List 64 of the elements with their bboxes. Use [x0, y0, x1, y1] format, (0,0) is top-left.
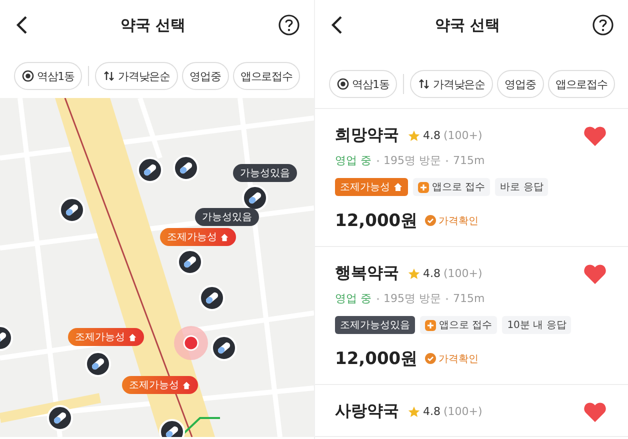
pharmacy-tag: 10분 내 응답	[502, 316, 572, 334]
filter-chip[interactable]: 앱으로접수	[232, 62, 300, 90]
star-icon	[408, 268, 420, 280]
heart-icon[interactable]	[584, 264, 606, 284]
map-marker-label[interactable]: 조제가능성	[160, 228, 236, 246]
heart-icon[interactable]	[584, 126, 606, 146]
house-icon	[182, 380, 191, 390]
pill-pin-icon[interactable]	[159, 419, 185, 437]
review-count: (100+)	[444, 405, 482, 418]
filter-chip[interactable]: 역삼1동	[329, 70, 398, 98]
map-marker-label[interactable]: 가능성있음	[233, 164, 297, 182]
help-icon[interactable]	[592, 14, 614, 36]
filter-chip[interactable]: 가격낮은순	[410, 70, 493, 98]
check-badge-icon	[424, 215, 436, 226]
rating-value: 4.8	[423, 129, 440, 142]
distance: 715m	[453, 292, 485, 305]
house-icon	[393, 182, 403, 192]
screen-title: 약국 선택	[120, 16, 186, 34]
visit-count: 195명 방문	[384, 153, 441, 168]
pharmacy-tag: 앱으로 접수	[413, 178, 490, 196]
house-icon	[128, 332, 137, 342]
pharmacy-tag: 조제가능성있음	[335, 316, 415, 334]
sort-arrows-icon	[418, 78, 430, 90]
filter-chip[interactable]: 가격낮은순	[95, 62, 178, 90]
plus-icon	[425, 320, 436, 330]
pharmacy-name[interactable]: 행복약국	[335, 263, 399, 284]
filter-chip[interactable]: 영업중	[182, 62, 229, 90]
help-icon[interactable]	[278, 14, 300, 36]
filter-chip[interactable]: 역삼1동	[14, 62, 82, 90]
review-count: (100+)	[444, 129, 482, 142]
rating-value: 4.8	[423, 267, 440, 280]
price: 12,000원	[335, 210, 418, 232]
location-target-icon	[22, 70, 34, 82]
pharmacy-name[interactable]: 사랑약국	[335, 401, 399, 422]
rating-value: 4.8	[423, 405, 440, 418]
open-status: 영업 중	[335, 153, 372, 168]
map-marker-label[interactable]: 가능성있음	[195, 208, 259, 226]
pharmacy-tag: 조제가능성	[335, 178, 408, 196]
price: 12,000원	[335, 348, 418, 370]
heart-icon[interactable]	[584, 402, 606, 422]
distance: 715m	[453, 154, 485, 167]
pharmacy-name[interactable]: 희망약국	[335, 125, 399, 146]
pharmacy-tag: 앱으로 접수	[420, 316, 498, 334]
sort-arrows-icon	[103, 70, 116, 82]
plus-icon	[418, 182, 429, 192]
check-badge-icon	[424, 353, 436, 364]
visit-count: 195명 방문	[384, 291, 441, 306]
star-icon	[408, 130, 420, 142]
screen-title: 약국 선택	[434, 16, 500, 34]
map-marker-label[interactable]: 조제가능성	[122, 376, 198, 394]
review-count: (100+)	[444, 267, 482, 280]
filter-chip[interactable]: 앱으로접수	[548, 70, 616, 98]
price-verified-label: 가격확인	[438, 352, 479, 366]
open-status: 영업 중	[335, 291, 372, 306]
back-icon[interactable]	[16, 15, 28, 35]
current-location-icon	[174, 326, 208, 360]
location-target-icon	[337, 78, 349, 90]
price-verified-label: 가격확인	[438, 214, 479, 228]
star-icon	[408, 406, 420, 418]
filter-chip[interactable]: 영업중	[496, 70, 544, 98]
house-icon	[220, 232, 229, 242]
pharmacy-tag: 바로 응답	[495, 178, 548, 196]
map-marker-label[interactable]: 조제가능성	[68, 328, 144, 346]
back-icon[interactable]	[331, 15, 343, 35]
